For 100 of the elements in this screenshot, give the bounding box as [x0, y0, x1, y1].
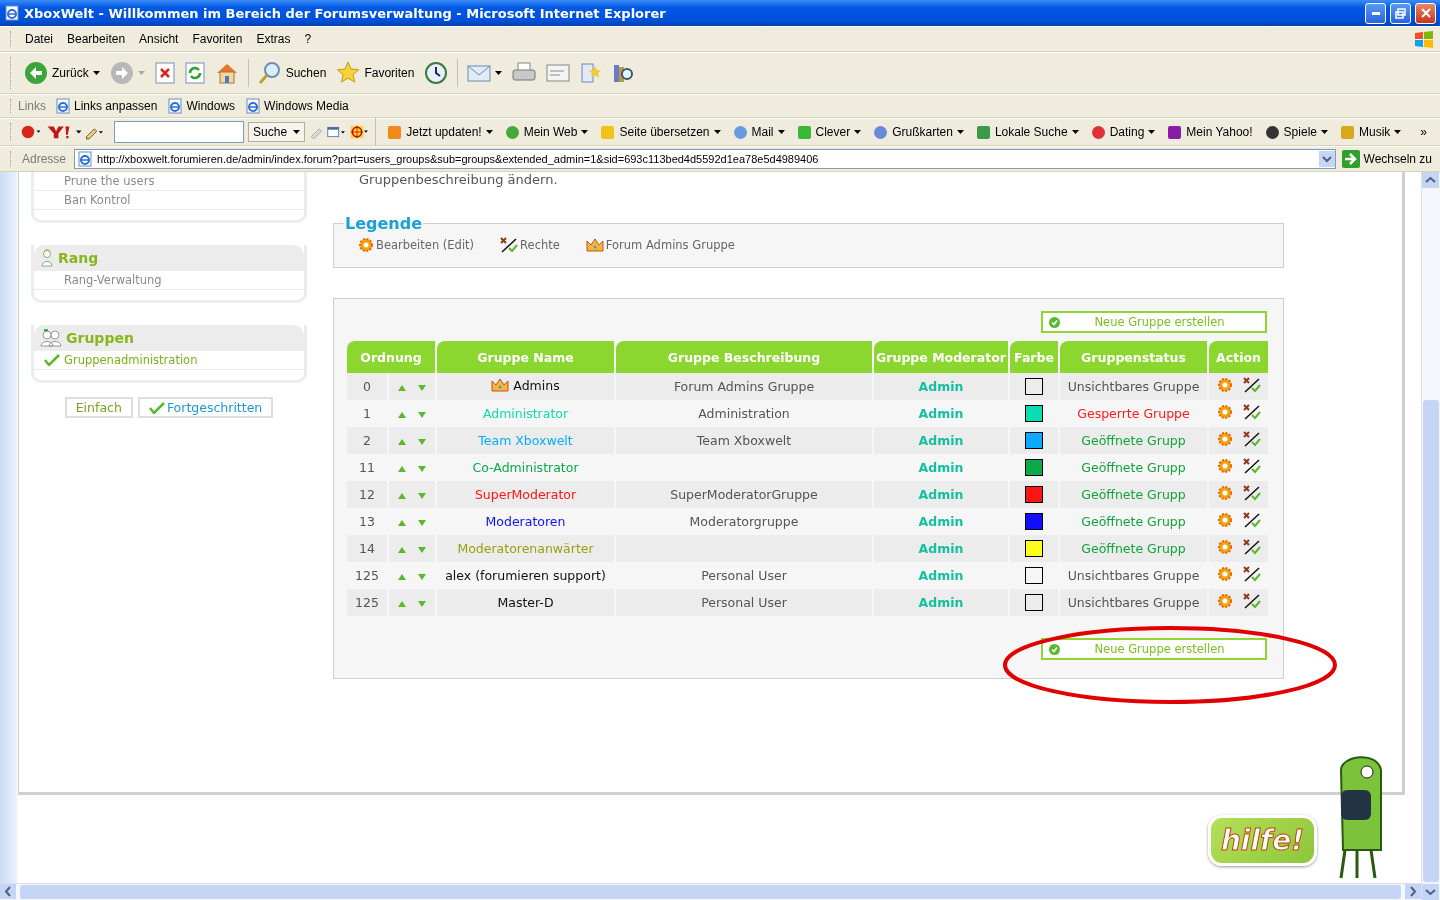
search-button[interactable]: Suchen — [253, 59, 331, 87]
move-up-icon[interactable] — [398, 574, 406, 580]
caret-icon — [293, 130, 301, 134]
close-icon — [1420, 8, 1431, 18]
move-up-icon[interactable] — [398, 385, 406, 391]
move-down-icon[interactable] — [418, 574, 426, 580]
sidebar-title: Gruppen — [66, 330, 134, 346]
legend-item: Forum Admins Gruppe — [585, 237, 735, 253]
sidebar-item[interactable]: Rang-Verwaltung — [34, 271, 304, 290]
move-down-icon[interactable] — [418, 385, 426, 391]
address-field[interactable]: http://xboxwelt.forumieren.de/admin/index.forum?part=users_groups&sub=groups&extended_admin=1&sid=693c113bed4d5592d1ea78e5d4989406 — [74, 149, 1336, 169]
restore-icon — [1395, 7, 1406, 19]
gear-icon — [1216, 458, 1233, 474]
toolbar-item-icon — [600, 124, 616, 140]
order-cell-text: 14 — [358, 540, 376, 558]
link-item[interactable]: Windows — [162, 98, 241, 114]
order-cell-text: 13 — [358, 513, 376, 531]
move-up-icon[interactable] — [398, 466, 406, 472]
toolbar-item[interactable]: Dating — [1086, 122, 1160, 142]
page-icon — [4, 5, 20, 21]
legend-item: Bearbeiten (Edit) — [358, 237, 475, 253]
toolbar-item[interactable]: Grußkarten — [869, 122, 968, 142]
legend-item: Rechte — [500, 237, 560, 253]
move-down-icon[interactable] — [418, 412, 426, 418]
column-header: Gruppe Moderator — [874, 341, 1008, 373]
description-cell-text: Personal User — [700, 567, 788, 585]
toolbar-item-icon — [975, 124, 991, 140]
menu-item[interactable]: Extras — [249, 30, 298, 48]
toolbar-item[interactable]: Lokale Suche — [971, 122, 1083, 142]
restore-button[interactable] — [1390, 2, 1411, 24]
menu-item[interactable]: Datei — [18, 30, 60, 48]
sidebar-item[interactable]: Ban Kontrol — [34, 191, 304, 210]
crown-icon — [585, 238, 604, 252]
search-icon — [257, 61, 282, 85]
toolbar-item[interactable]: Mail — [728, 122, 789, 142]
move-down-icon[interactable] — [418, 493, 426, 499]
toolbar-item[interactable]: Clever — [792, 122, 866, 142]
move-up-icon[interactable] — [398, 601, 406, 607]
close-button[interactable] — [1415, 2, 1436, 24]
back-button[interactable]: Zurück — [20, 59, 104, 87]
go-button[interactable]: Wechseln zu — [1339, 150, 1434, 168]
scroll-right-icon — [1405, 884, 1421, 899]
books-magnifier-icon — [612, 62, 635, 84]
cross-check-icon — [1242, 377, 1261, 393]
move-down-icon[interactable] — [418, 466, 426, 472]
links-label: Links — [18, 99, 47, 113]
horizontal-scrollbar[interactable] — [0, 883, 1421, 900]
menu-item[interactable]: Bearbeiten — [60, 30, 133, 48]
column-header: Ordnung — [347, 341, 435, 373]
menu-item[interactable]: Ansicht — [132, 30, 186, 48]
toolbar-item-icon — [1090, 124, 1106, 140]
more-chevron[interactable]: » — [1413, 123, 1434, 141]
status-cell-text: Unsichtbares Gruppe — [1066, 567, 1201, 585]
gear-icon — [358, 237, 374, 253]
group-name[interactable]: Moderatoren — [485, 514, 566, 529]
minimize-button[interactable] — [1365, 2, 1386, 24]
move-down-icon[interactable] — [418, 520, 426, 526]
order-cell-text: 2 — [362, 432, 372, 450]
cross-check-icon — [1242, 458, 1261, 474]
search-input[interactable] — [114, 121, 245, 143]
contacts-star-icon — [580, 62, 603, 84]
toolbar-item[interactable]: Jetzt updaten! — [383, 122, 497, 142]
move-down-icon[interactable] — [418, 547, 426, 553]
move-up-icon[interactable] — [398, 520, 406, 526]
toolbar-item[interactable]: Seite übersetzen — [596, 122, 725, 142]
status-cell-text: Geöffnete Grupp — [1080, 540, 1187, 558]
menu-item[interactable]: ? — [297, 30, 319, 48]
envelope-icon — [467, 63, 492, 83]
scroll-down-icon — [1422, 884, 1439, 900]
move-up-icon[interactable] — [398, 412, 406, 418]
status-cell-text: Geöffnete Grupp — [1080, 432, 1187, 450]
group-name[interactable]: alex (forumieren support) — [445, 568, 606, 583]
search-button[interactable]: Suche — [248, 122, 306, 142]
move-down-icon[interactable] — [418, 439, 426, 445]
caret-icon — [76, 130, 82, 134]
move-up-icon[interactable] — [398, 547, 406, 553]
move-up-icon[interactable] — [398, 493, 406, 499]
toolbar-item[interactable]: Mein Yahoo! — [1163, 122, 1257, 142]
menu-item[interactable]: Favoriten — [185, 30, 250, 48]
status-cell-text: Geöffnete Grupp — [1080, 486, 1187, 504]
description-cell-text: SuperModeratorGruppe — [669, 486, 819, 504]
toolbar-item[interactable]: Spiele — [1260, 122, 1332, 142]
move-up-icon[interactable] — [398, 439, 406, 445]
description-cell-text: Moderatorgruppe — [688, 513, 800, 531]
cross-check-icon — [1242, 593, 1261, 609]
link-item[interactable]: Links anpassen — [50, 98, 163, 114]
vertical-scrollbar[interactable] — [1421, 172, 1440, 900]
window-icon — [327, 124, 346, 140]
link-item[interactable]: Windows Media — [240, 98, 354, 114]
toolbar-item[interactable]: Musik — [1335, 122, 1406, 142]
toolbar-item[interactable]: Mein Web — [500, 122, 593, 142]
sidebar-item[interactable]: Prune the users — [34, 172, 304, 191]
check-icon — [44, 354, 60, 366]
move-down-icon[interactable] — [418, 601, 426, 607]
favorites-button[interactable]: Favoriten — [332, 59, 419, 87]
group-name[interactable]: Admins — [491, 377, 560, 393]
group-name[interactable]: Master-D — [497, 595, 554, 610]
person-icon — [40, 249, 54, 267]
toolbar-item-icon — [1264, 124, 1280, 140]
window-title: XboxWelt - Willkommen im Bereich der Forumsverwaltung - Microsoft Internet Explorer — [24, 5, 667, 21]
